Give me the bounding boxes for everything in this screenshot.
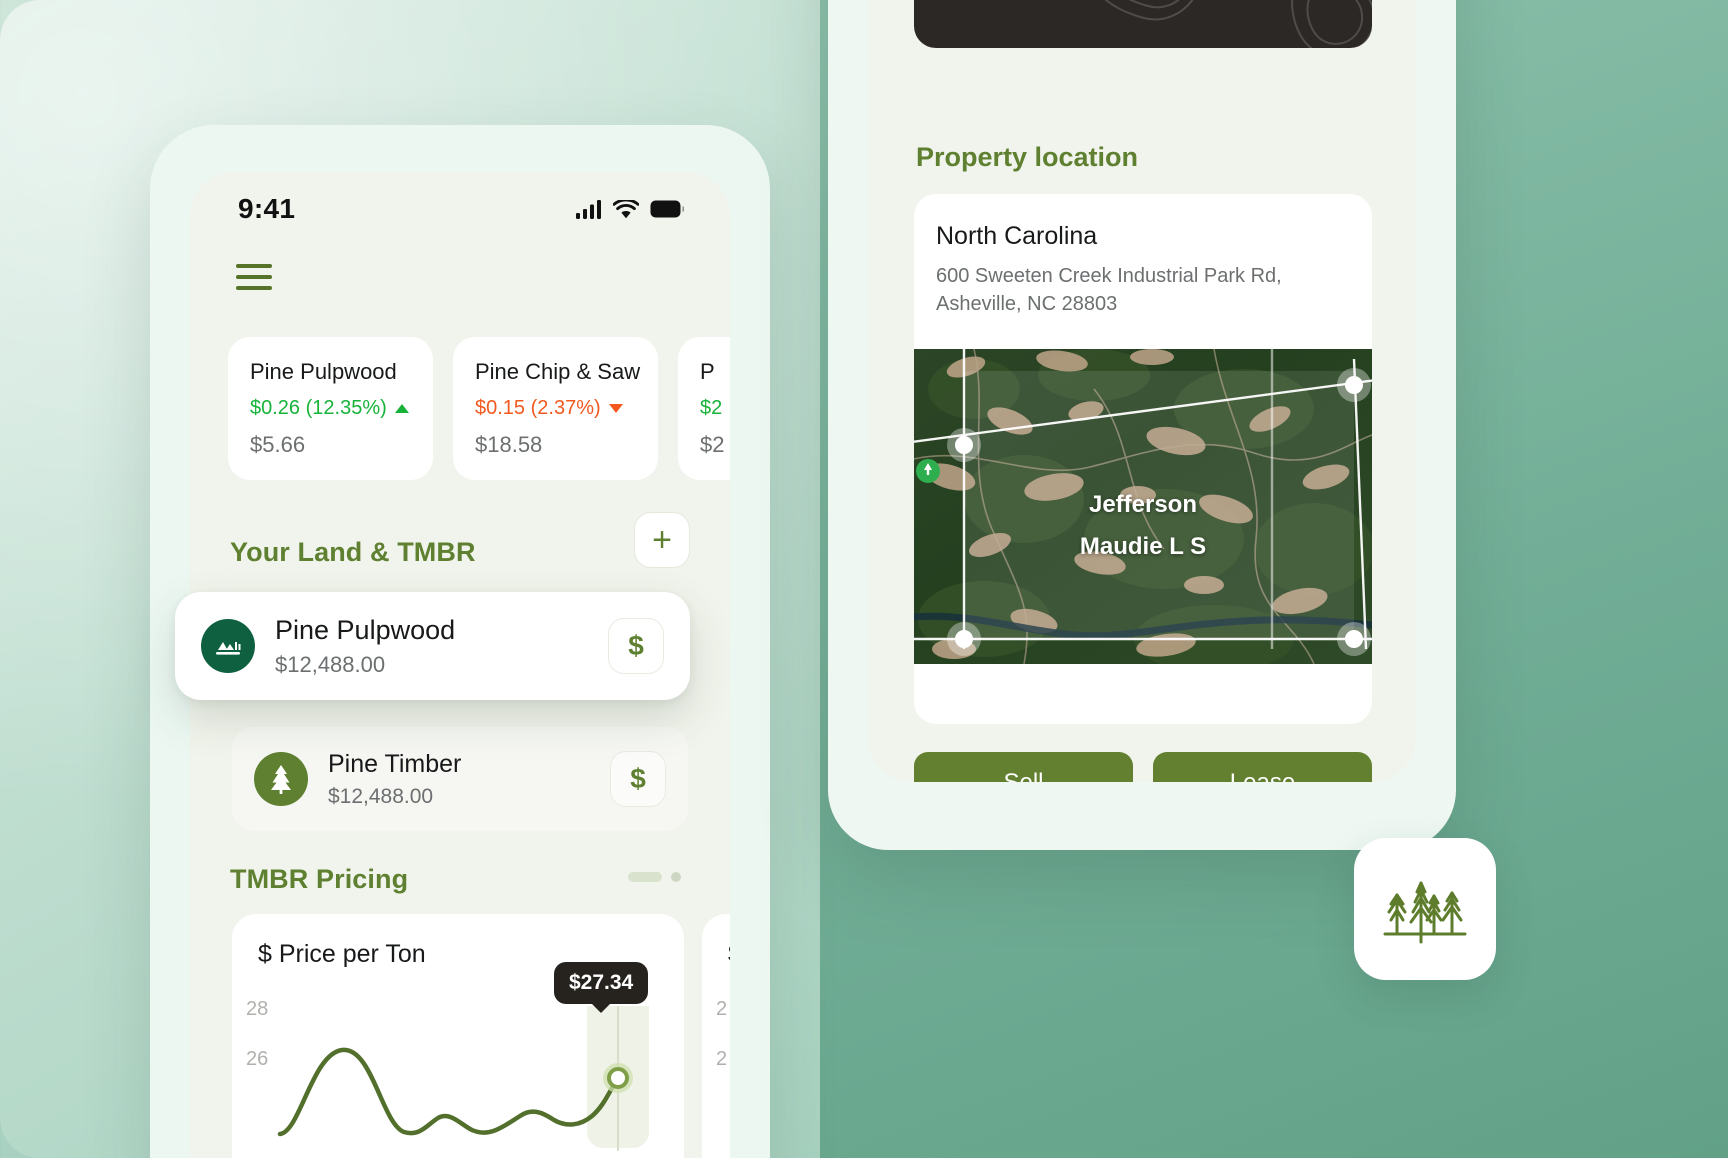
price-card-name: Pine Pulpwood (250, 359, 397, 384)
price-card-delta-text: $0.26 (12.35%) (250, 397, 387, 419)
chart-title: $ (728, 940, 730, 969)
price-card-delta-text: $0.15 (2.37%) (475, 397, 601, 419)
sell-dollar-button[interactable]: $ (610, 751, 666, 807)
battery-icon (650, 200, 684, 218)
price-card-price: $2 (700, 432, 725, 457)
chart-y-tick: 2 (716, 1048, 728, 1070)
parcel-label-owner-second: Maudie L S (1079, 533, 1207, 560)
price-card-carousel[interactable]: Pine Pulpwood $0.26 (12.35%) $5.66 Pine … (228, 337, 730, 480)
price-chart-card-secondary[interactable]: $ 2 2 (702, 914, 730, 1158)
lease-button[interactable]: Lease (1153, 752, 1372, 782)
land-section-title: Your Land & TMBR (230, 537, 476, 567)
signal-bars-icon (576, 199, 601, 219)
pagination-active-bar (628, 872, 662, 882)
chart-tooltip: $27.34 (554, 962, 649, 1004)
featured-holding-card[interactable]: Pine Pulpwood $12,488.00 $ (175, 592, 690, 700)
list-item-name: Pine Timber (328, 749, 462, 778)
property-action-buttons: Sell Lease (914, 752, 1372, 782)
hamburger-menu-icon[interactable] (236, 264, 272, 290)
price-card-price: $5.66 (250, 432, 306, 457)
property-location-card: North Carolina 600 Sweeten Creek Industr… (914, 194, 1372, 724)
featured-holding-value: $12,488.00 (275, 651, 386, 677)
price-card-name: Pine Chip & Saw (475, 359, 641, 384)
featured-holding-text: Pine Pulpwood $12,488.00 (275, 615, 608, 678)
price-card-name: P (700, 359, 715, 384)
price-chart-card[interactable]: $ Price per Ton 28 26 $27.34 (232, 914, 684, 1158)
chart-y-tick: 2 (716, 998, 728, 1020)
price-card-delta-text: $2 (700, 397, 723, 419)
price-card[interactable]: Pine Pulpwood $0.26 (12.35%) $5.66 (228, 337, 433, 480)
price-line-chart (277, 1006, 649, 1151)
carousel-pagination[interactable] (628, 872, 681, 882)
trend-down-icon (608, 404, 623, 413)
valuation-card: $126,816.00 39.63 acres 3658 tons (estim… (914, 0, 1372, 48)
status-time: 9:41 (238, 193, 296, 224)
status-icons (576, 199, 684, 219)
topographic-pattern-icon (1104, 0, 1372, 48)
sell-button[interactable]: Sell (914, 752, 1133, 782)
featured-holding-name: Pine Pulpwood (275, 614, 456, 645)
price-card[interactable]: Pine Chip & Saw $0.15 (2.37%) $18.58 (453, 337, 658, 480)
sell-dollar-button[interactable]: $ (608, 618, 664, 674)
app-logo-badge (1354, 838, 1496, 980)
price-card[interactable]: P $2 $2 (678, 337, 730, 480)
pricing-section-title: TMBR Pricing (230, 864, 409, 894)
list-item-text: Pine Timber $12,488.00 (328, 750, 610, 809)
price-card-delta: $2 (700, 397, 730, 420)
price-card-delta: $0.26 (12.35%) (250, 397, 433, 420)
property-map[interactable]: Jefferson Maudie L S (914, 349, 1372, 664)
property-state: North Carolina (936, 222, 1098, 250)
pine-tree-icon (254, 752, 308, 806)
price-card-delta: $0.15 (2.37%) (475, 397, 658, 420)
price-card-price: $18.58 (475, 432, 543, 457)
trend-up-icon (394, 404, 409, 413)
parcel-label-owner-first: Jefferson (1088, 491, 1198, 518)
wifi-icon (613, 199, 639, 218)
landscape-icon (201, 619, 255, 673)
status-bar: 9:41 (190, 172, 730, 246)
add-land-button[interactable]: + (634, 512, 690, 568)
property-location-title: Property location (916, 142, 1139, 172)
right-phone-screen: $126,816.00 39.63 acres 3658 tons (estim… (868, 0, 1416, 782)
list-item[interactable]: Pine Timber $12,488.00 $ (232, 727, 688, 831)
list-item-value: $12,488.00 (328, 784, 434, 808)
pagination-dot (671, 872, 681, 882)
pine-forest-logo-icon (1383, 881, 1467, 944)
property-address: 600 Sweeten Creek Industrial Park Rd, As… (936, 265, 1282, 316)
